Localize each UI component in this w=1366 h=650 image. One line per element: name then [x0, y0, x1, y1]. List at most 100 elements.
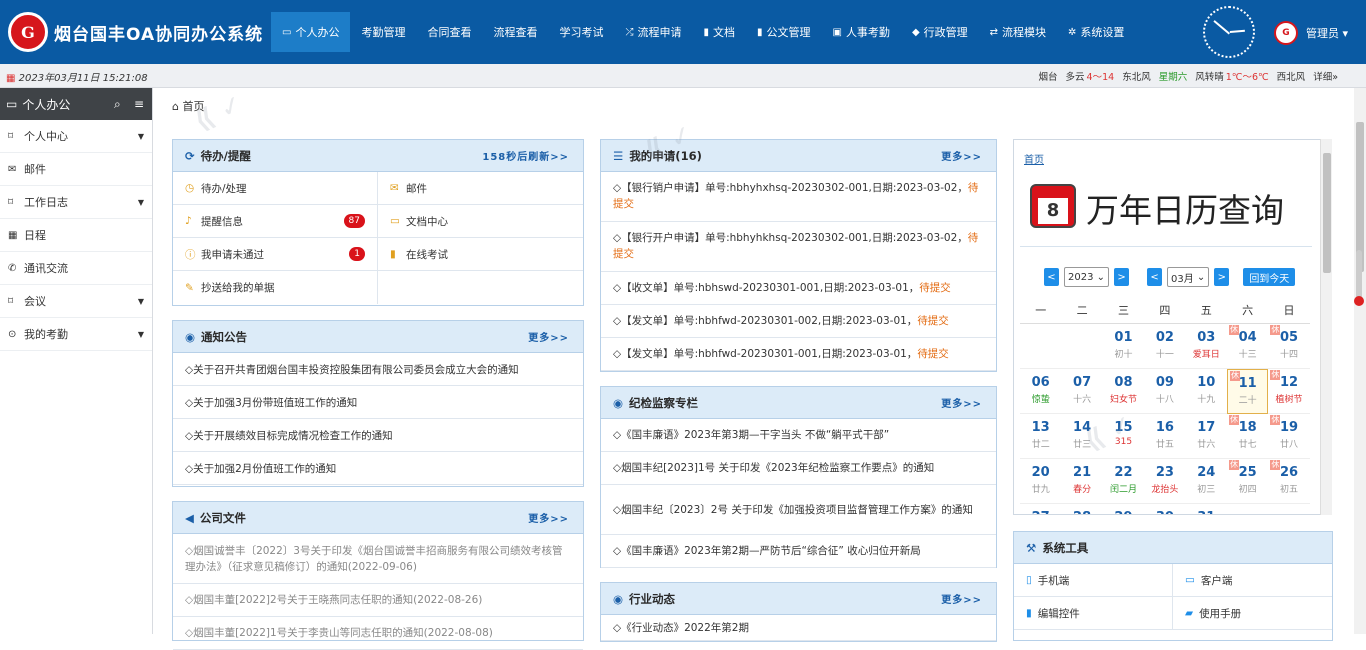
refresh-countdown[interactable]: 158秒后刷新>> [482, 148, 569, 163]
user-menu[interactable]: 管理员 ▾ [1306, 25, 1348, 41]
sidebar-item-0[interactable]: ⌑ 个人中心 ▼ [0, 120, 152, 153]
calendar-day[interactable]: 23 龙抬头 [1144, 459, 1186, 504]
sidebar-item-4[interactable]: ✆ 通讯交流 [0, 252, 152, 285]
todo-cell-5[interactable]: ▮ 在线考试 [378, 238, 583, 271]
list-item[interactable]: ◇关于召开共青团烟台国丰投资控股集团有限公司委员会成立大会的通知 [173, 353, 583, 386]
list-item[interactable]: ◇烟国丰纪〔2023〕2号 关于印发《加强投资项目监督管理工作方案》的通知 [601, 485, 996, 535]
calendar-day[interactable]: 24 初三 [1185, 459, 1227, 504]
prev-year-button[interactable]: < [1044, 268, 1059, 286]
calendar-day[interactable]: 20 廿九 [1020, 459, 1062, 504]
calendar-day[interactable]: 07 十六 [1061, 369, 1103, 414]
calendar-day[interactable]: 休 11 二十 [1226, 369, 1269, 414]
company-docs-more-link[interactable]: 更多>> [528, 510, 569, 525]
todo-cell-2[interactable]: ♪ 提醒信息 87 [173, 205, 378, 238]
apply-item[interactable]: ◇【发文单】单号:hbhfwd-20230301-001,日期:2023-03-… [601, 338, 996, 371]
apply-item[interactable]: ◇【银行销户申请】单号:hbhyhxhsq-20230302-001,日期:20… [601, 172, 996, 222]
tool-item-2[interactable]: ▮ 编辑控件 [1014, 597, 1173, 630]
prev-month-button[interactable]: < [1147, 268, 1163, 286]
tool-item-3[interactable]: ▰ 使用手册 [1173, 597, 1332, 630]
calendar-day[interactable]: 15 315 [1102, 414, 1145, 459]
calendar-day[interactable]: 休 26 初五 [1268, 459, 1310, 504]
calendar-home-link[interactable]: 首页 [1024, 151, 1044, 166]
nav-item-7[interactable]: ▮ 公文管理 [746, 12, 822, 52]
nav-item-9[interactable]: ◆ 行政管理 [901, 12, 979, 52]
apply-item[interactable]: ◇【发文单】单号:hbhfwd-20230301-002,日期:2023-03-… [601, 305, 996, 338]
nav-item-8[interactable]: ▣ 人事考勤 [821, 12, 900, 52]
sidebar-item-2[interactable]: ⌑ 工作日志 ▼ [0, 186, 152, 219]
list-item[interactable]: ◇关于加强3月份带班值班工作的通知 [173, 386, 583, 419]
next-year-button[interactable]: > [1114, 268, 1130, 286]
calendar-scrollbar[interactable] [1320, 139, 1332, 515]
calendar-day[interactable]: 02 十一 [1144, 324, 1186, 369]
calendar-day[interactable]: 28 [1061, 504, 1102, 514]
calendar-day[interactable]: 休 18 廿七 [1226, 414, 1269, 459]
sidebar-item-3[interactable]: ▦ 日程 [0, 219, 152, 252]
nav-item-11[interactable]: ✲ 系统设置 [1057, 12, 1135, 52]
nav-item-6[interactable]: ▮ 文档 [692, 12, 746, 52]
calendar-day[interactable]: 10 十九 [1185, 369, 1227, 414]
sidebar-item-1[interactable]: ✉ 邮件 [0, 153, 152, 186]
next-month-button[interactable]: > [1214, 268, 1230, 286]
calendar-day[interactable]: 22 闰二月 [1102, 459, 1145, 504]
tool-item-1[interactable]: ▭ 客户端 [1173, 564, 1332, 597]
apply-item[interactable]: ◇【银行开户申请】单号:hbhyhkhsq-20230302-001,日期:20… [601, 222, 996, 272]
nav-item-3[interactable]: 流程查看 [482, 12, 548, 52]
calendar-day[interactable]: 03 爱耳日 [1185, 324, 1227, 369]
sidebar-item-6[interactable]: ⊙ 我的考勤 ▼ [0, 318, 152, 351]
calendar-day[interactable]: 08 妇女节 [1102, 369, 1145, 414]
calendar-day[interactable]: 01 初十 [1102, 324, 1145, 369]
menu-icon[interactable]: ≡ [134, 97, 144, 111]
nav-item-2[interactable]: 合同查看 [416, 12, 482, 52]
todo-cell-3[interactable]: ▭ 文档中心 [378, 205, 583, 238]
calendar-day[interactable]: 17 廿六 [1185, 414, 1227, 459]
calendar-day[interactable]: 30 [1144, 504, 1185, 514]
tool-item-0[interactable]: ▯ 手机端 [1014, 564, 1173, 597]
list-item[interactable]: ◇烟国丰董[2022]2号关于王晓燕同志任职的通知(2022-08-26) [173, 584, 583, 617]
search-icon[interactable]: ⌕ [114, 97, 121, 112]
calendar-day[interactable]: 16 廿五 [1144, 414, 1186, 459]
page-scrollbar[interactable] [1354, 88, 1366, 634]
nav-item-10[interactable]: ⇄ 流程模块 [979, 12, 1057, 52]
calendar-day[interactable]: 31 [1186, 504, 1227, 514]
nav-item-4[interactable]: 学习考试 [548, 12, 614, 52]
list-item[interactable]: ◇关于开展绩效目标完成情况检查工作的通知 [173, 419, 583, 452]
list-item[interactable]: ◇《国丰廉语》2023年第2期—严防节后“综合征” 收心归位开新局 [601, 535, 996, 568]
calendar-day[interactable]: 休 25 初四 [1226, 459, 1269, 504]
apply-item[interactable]: ◇【收文单】单号:hbhswd-20230301-001,日期:2023-03-… [601, 272, 996, 305]
breadcrumb[interactable]: ⌂ 首页 [172, 98, 204, 114]
nav-item-0[interactable]: ▭ 个人办公 [271, 12, 351, 52]
calendar-day[interactable]: 休 05 十四 [1268, 324, 1310, 369]
todo-cell-4[interactable]: ⓘ 我申请未通过 1 [173, 238, 378, 271]
todo-cell-1[interactable]: ✉ 邮件 [378, 172, 583, 205]
user-avatar[interactable]: G [1274, 21, 1298, 45]
list-item[interactable]: ◇《国丰廉语》2023年第3期—干字当头 不做“躺平式干部” [601, 419, 996, 452]
todo-cell-0[interactable]: ◷ 待办/处理 [173, 172, 378, 205]
calendar-day[interactable]: 21 春分 [1061, 459, 1103, 504]
calendar-day[interactable]: 14 廿三 [1061, 414, 1103, 459]
discipline-more-link[interactable]: 更多>> [941, 395, 982, 410]
my-apply-more-link[interactable]: 更多>> [941, 148, 982, 163]
calendar-day[interactable]: 06 惊蛰 [1020, 369, 1062, 414]
calendar-day[interactable]: 休 12 植树节 [1268, 369, 1310, 414]
nav-item-1[interactable]: 考勤管理 [350, 12, 416, 52]
weather-item[interactable]: 详细» [1313, 69, 1338, 83]
list-item[interactable]: ◇关于加强2月份值班工作的通知 [173, 452, 583, 485]
month-select[interactable]: 03月 ⌄ [1167, 267, 1210, 287]
calendar-day[interactable]: 休 19 廿八 [1268, 414, 1310, 459]
calendar-day[interactable]: 09 十八 [1144, 369, 1186, 414]
nav-item-5[interactable]: ⤮ 流程申请 [614, 12, 692, 52]
sidebar-item-5[interactable]: ⌑ 会议 ▼ [0, 285, 152, 318]
industry-more-link[interactable]: 更多>> [941, 591, 982, 606]
list-item[interactable]: ◇烟国诚誉丰〔2022〕3号关于印发《烟台国诚誉丰招商服务有限公司绩效考核管理办… [173, 534, 583, 584]
year-select[interactable]: 2023 ⌄ [1064, 267, 1110, 287]
calendar-day[interactable]: 27 [1020, 504, 1061, 514]
list-item[interactable]: ◇烟国丰纪[2023]1号 关于印发《2023年纪检监察工作要点》的通知 [601, 452, 996, 485]
todo-cell-6[interactable]: ✎ 抄送给我的单据 [173, 271, 378, 304]
calendar-day[interactable]: 13 廿二 [1020, 414, 1062, 459]
calendar-day[interactable]: 休 04 十三 [1226, 324, 1269, 369]
notice-more-link[interactable]: 更多>> [528, 329, 569, 344]
list-item[interactable]: ◇《行业动态》2022年第2期 [601, 615, 996, 641]
today-button[interactable]: 回到今天 [1243, 268, 1296, 286]
calendar-day[interactable]: 29 [1103, 504, 1144, 514]
company-logo[interactable]: G [8, 12, 48, 52]
